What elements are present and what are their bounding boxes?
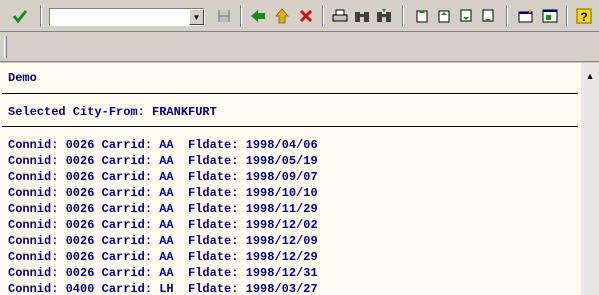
- list-subtitle: Selected City-From: FRANKFURT: [8, 105, 217, 119]
- list-output: Demo Selected City-From: FRANKFURT Conni…: [0, 63, 599, 295]
- toolbar-separator: [40, 5, 42, 27]
- header-divider: [2, 93, 578, 94]
- list-row[interactable]: Connid: 0026 Carrid: AA Fldate: 1998/04/…: [8, 138, 318, 152]
- previous-page-icon[interactable]: [434, 6, 454, 26]
- list-content: Demo Selected City-From: FRANKFURT Conni…: [0, 63, 580, 295]
- list-row[interactable]: Connid: 0026 Carrid: AA Fldate: 1998/10/…: [8, 186, 318, 200]
- print-icon[interactable]: [330, 6, 350, 26]
- list-row[interactable]: Connid: 0026 Carrid: AA Fldate: 1998/12/…: [8, 218, 318, 232]
- next-page-icon[interactable]: [456, 6, 476, 26]
- cancel-icon[interactable]: [296, 6, 316, 26]
- toolbar-separator: [402, 5, 404, 27]
- list-row[interactable]: Connid: 0400 Carrid: LH Fldate: 1998/03/…: [8, 282, 318, 295]
- scroll-up-icon[interactable]: ▲: [583, 69, 597, 83]
- subtitle-divider: [2, 126, 578, 127]
- command-field[interactable]: ▼: [49, 8, 205, 26]
- command-dropdown-icon[interactable]: ▼: [189, 9, 204, 25]
- list-row[interactable]: Connid: 0026 Carrid: AA Fldate: 1998/09/…: [8, 170, 318, 184]
- exit-icon[interactable]: [272, 6, 292, 26]
- vertical-scrollbar[interactable]: ▲: [581, 63, 599, 295]
- system-toolbar: ▼ ?: [0, 0, 599, 32]
- toolbar-separator: [506, 5, 508, 27]
- back-arrow-icon[interactable]: [248, 6, 268, 26]
- find-icon[interactable]: [352, 6, 372, 26]
- list-row[interactable]: Connid: 0026 Carrid: AA Fldate: 1998/12/…: [8, 266, 318, 280]
- svg-text:?: ?: [580, 10, 587, 24]
- toolbar-separator: [566, 5, 568, 27]
- application-toolbar: [0, 32, 599, 62]
- list-title: Demo: [8, 71, 37, 85]
- help-icon[interactable]: ?: [574, 6, 594, 26]
- list-row[interactable]: Connid: 0026 Carrid: AA Fldate: 1998/11/…: [8, 202, 318, 216]
- save-icon[interactable]: [214, 6, 234, 26]
- toolbar-grip: [4, 36, 7, 58]
- list-row[interactable]: Connid: 0026 Carrid: AA Fldate: 1998/12/…: [8, 250, 318, 264]
- find-next-icon[interactable]: [374, 6, 394, 26]
- toolbar-separator: [240, 5, 242, 27]
- list-row[interactable]: Connid: 0026 Carrid: AA Fldate: 1998/12/…: [8, 234, 318, 248]
- last-page-icon[interactable]: [478, 6, 498, 26]
- command-input[interactable]: [50, 9, 192, 25]
- new-session-icon[interactable]: [516, 6, 536, 26]
- first-page-icon[interactable]: [412, 6, 432, 26]
- shortcut-icon[interactable]: [540, 6, 560, 26]
- enter-check-icon[interactable]: [10, 6, 30, 26]
- list-row[interactable]: Connid: 0026 Carrid: AA Fldate: 1998/05/…: [8, 154, 318, 168]
- toolbar-separator: [322, 5, 324, 27]
